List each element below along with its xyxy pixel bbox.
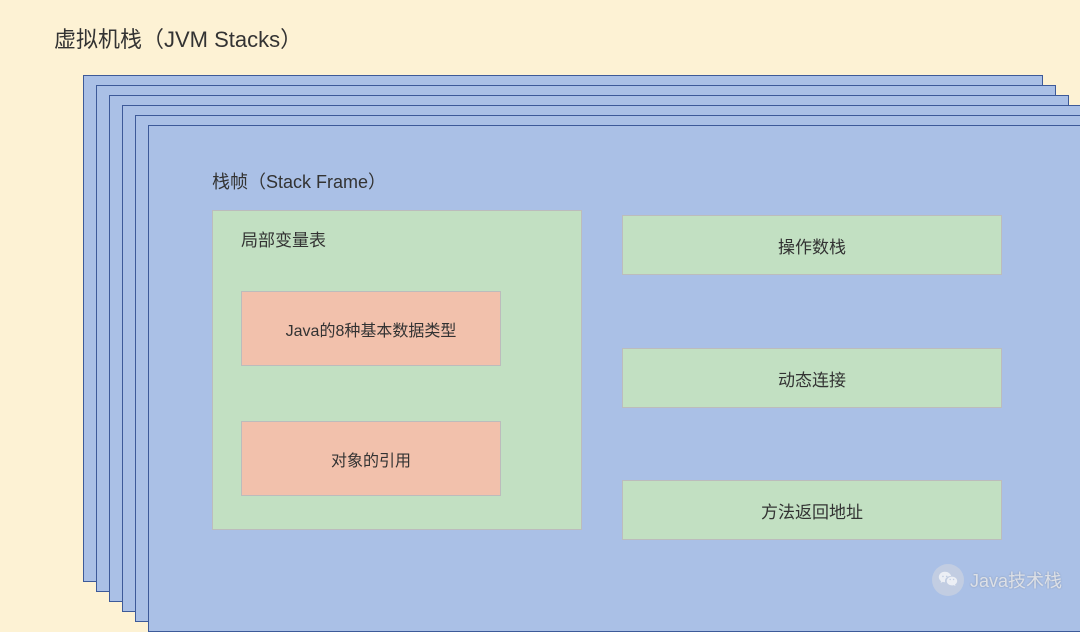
watermark-text: Java技术栈 [970,567,1062,593]
operand-stack-box: 操作数栈 [622,215,1002,275]
local-variables-box: 局部变量表 Java的8种基本数据类型 对象的引用 [212,210,582,530]
local-var-item-object-ref: 对象的引用 [241,421,501,496]
stack-frame-title: 栈帧（Stack Frame） [212,168,386,194]
diagram-title: 虚拟机栈（JVM Stacks） [54,22,302,54]
dynamic-linking-box: 动态连接 [622,348,1002,408]
wechat-icon [932,564,964,596]
watermark: Java技术栈 [932,564,1062,596]
local-var-item-primitive-types: Java的8种基本数据类型 [241,291,501,366]
local-variables-title: 局部变量表 [241,226,326,251]
return-address-box: 方法返回地址 [622,480,1002,540]
